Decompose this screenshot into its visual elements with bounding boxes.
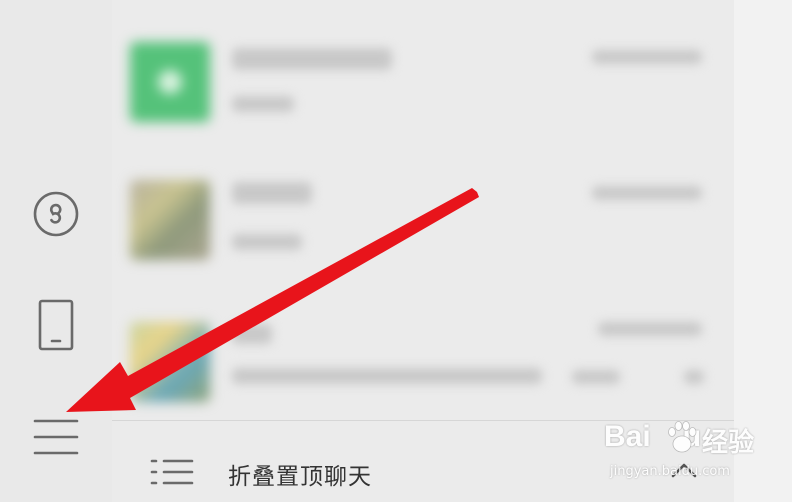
chat-time-blurred — [598, 322, 702, 336]
watermark-url: jingyan.baidu.com — [610, 464, 730, 479]
phone-icon — [38, 299, 74, 353]
chat-list — [112, 0, 734, 420]
chat-name-blurred — [232, 324, 272, 344]
chat-preview-blurred — [232, 96, 294, 112]
sidebar-item-menu[interactable] — [0, 412, 112, 462]
app-screen: 折叠置顶聊天 Baiu 经验 jingyan.baidu.com — [0, 0, 792, 502]
miniprogram-icon — [32, 190, 80, 238]
menu-icon — [33, 417, 79, 457]
chat-time-blurred — [592, 186, 702, 200]
sidebar-item-miniprogram[interactable] — [0, 188, 112, 240]
photo-avatar — [130, 180, 210, 260]
chat-badge-blurred — [572, 370, 620, 384]
chat-time-blurred — [592, 50, 702, 64]
paw-icon — [666, 420, 698, 458]
chat-name-blurred — [232, 48, 392, 70]
chat-name-blurred — [232, 182, 312, 204]
chat-muted-blurred — [684, 370, 704, 384]
chat-list-item[interactable] — [112, 284, 734, 414]
fold-pinned-chats-label: 折叠置顶聊天 — [228, 464, 372, 490]
baidu-jingyan-watermark: Baiu 经验 jingyan.baidu.com — [604, 420, 784, 490]
chat-preview-blurred — [232, 234, 302, 250]
watermark-brand-cn: 经验 — [702, 428, 755, 458]
sidebar-item-phone[interactable] — [0, 296, 112, 356]
chat-preview-blurred — [232, 368, 542, 384]
chat-list-item[interactable] — [112, 0, 734, 130]
list-icon — [150, 457, 194, 491]
sidebar — [0, 0, 112, 502]
green-miniprogram-avatar — [130, 42, 210, 122]
chat-list-item[interactable] — [112, 142, 734, 272]
colorful-avatar — [130, 322, 210, 402]
